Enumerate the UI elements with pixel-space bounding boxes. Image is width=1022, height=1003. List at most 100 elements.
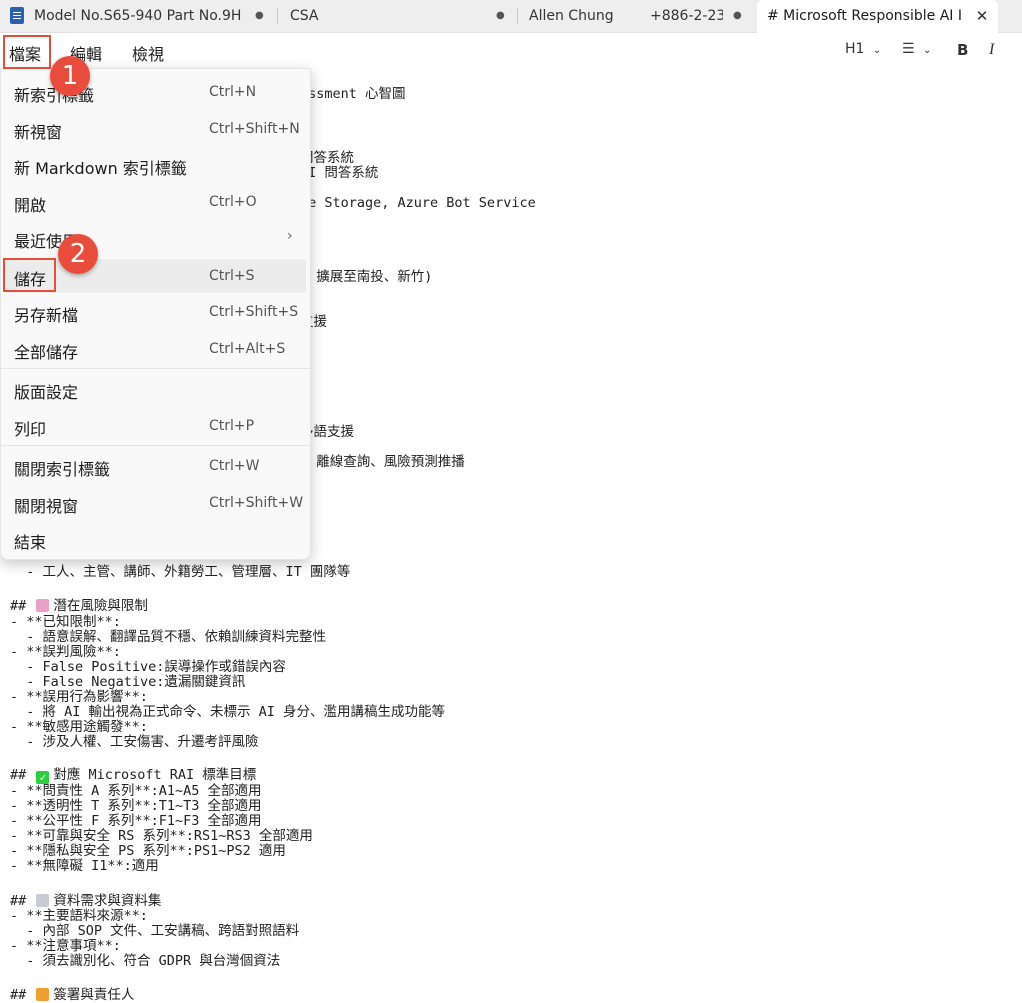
text-line: - False Positive:誤導操作或錯誤內容 bbox=[10, 659, 286, 675]
heading-text: 對應 Microsoft RAI 標準目標 bbox=[53, 767, 257, 783]
menu-item-recent[interactable]: 最近使用 › bbox=[5, 221, 306, 255]
text-line: - 內部 SOP 文件、工安講稿、跨語對照語料 bbox=[10, 923, 300, 939]
heading-text: 資料需求與資料集 bbox=[53, 893, 162, 909]
text-line: - **敏感用途觸發**: bbox=[10, 719, 148, 735]
menu-item-close-window[interactable]: 關閉視窗 Ctrl+Shift+W bbox=[5, 486, 306, 520]
menu-divider bbox=[1, 445, 310, 446]
text-line: - **注意事項**: bbox=[10, 938, 121, 954]
chart-decreasing-icon bbox=[36, 599, 50, 612]
heading-line: ## 簽署與責任人 bbox=[10, 988, 134, 1003]
heading-line: ## 資料需求與資料集 bbox=[10, 894, 161, 909]
chevron-right-icon: › bbox=[287, 228, 293, 244]
menu-item-label: 結束 bbox=[14, 533, 47, 552]
menu-item-label: 新 Markdown 索引標籤 bbox=[14, 159, 187, 178]
heading-label: H1 bbox=[845, 41, 865, 57]
text-line: p 離線查詢、風險預測推播 bbox=[300, 454, 465, 470]
heading-line: ## 潛在風險與限制 bbox=[10, 599, 148, 614]
menu-item-new-window[interactable]: 新視窗 Ctrl+Shift+N bbox=[5, 112, 306, 146]
menu-divider bbox=[1, 368, 310, 369]
heading-dropdown[interactable]: H1 ⌄ bbox=[845, 41, 881, 57]
text-line: - **誤用行為影響**: bbox=[10, 689, 148, 705]
tab-separator bbox=[517, 8, 518, 24]
text-line: - 語意誤解、翻譯品質不穩、依賴訓練資料完整性 bbox=[10, 629, 327, 645]
text-line: - **誤判風險**: bbox=[10, 644, 121, 660]
menu-item-save-all[interactable]: 全部儲存 Ctrl+Alt+S bbox=[5, 332, 306, 366]
text-line: - **問責性 A 系列**:A1~A5 全部適用 bbox=[10, 783, 262, 799]
menu-item-shortcut: Ctrl+S bbox=[209, 268, 255, 284]
text-line: - **主要語料來源**: bbox=[10, 908, 148, 924]
text-line: - **可靠與安全 RS 系列**:RS1~RS3 全部適用 bbox=[10, 828, 313, 844]
menu-item-label: 全部儲存 bbox=[14, 343, 79, 362]
menu-item-print[interactable]: 列印 Ctrl+P bbox=[5, 409, 306, 443]
menu-item-shortcut: Ctrl+Shift+S bbox=[209, 304, 299, 320]
text-line: - 工人、主管、講師、外籍勞工、管理層、IT 團隊等 bbox=[10, 564, 351, 580]
pen-icon bbox=[36, 988, 50, 1001]
unsaved-dot-icon: ● bbox=[496, 10, 505, 21]
memo-icon bbox=[36, 894, 50, 907]
menu-item-label: 另存新檔 bbox=[14, 306, 79, 325]
step-badge-2: 2 bbox=[58, 234, 98, 274]
menu-item-label: 版面設定 bbox=[14, 383, 79, 402]
text-line: - **透明性 T 系列**:T1~T3 全部適用 bbox=[10, 798, 262, 814]
menu-item-label: 列印 bbox=[14, 420, 47, 439]
close-tab-icon[interactable]: ✕ bbox=[970, 4, 994, 28]
menu-item-shortcut: Ctrl+Alt+S bbox=[209, 341, 286, 357]
menu-item-shortcut: Ctrl+O bbox=[209, 194, 257, 210]
tab-microsoft-rai[interactable]: # Microsoft Responsible AI I ✕ bbox=[757, 0, 998, 33]
text-line: - **無障礙 I1**:適用 bbox=[10, 858, 159, 874]
tab-model-no[interactable]: Model No.S65-940 Part No.9H bbox=[34, 0, 244, 32]
text-line: essment 心智圖 bbox=[300, 86, 406, 102]
menu-item-label: 關閉視窗 bbox=[14, 497, 79, 516]
menu-item-shortcut: Ctrl+Shift+N bbox=[209, 121, 300, 137]
text-line: - **公平性 F 系列**:F1~F3 全部適用 bbox=[10, 813, 262, 829]
menu-view[interactable]: 檢視 bbox=[132, 41, 164, 65]
notepad-app-icon bbox=[10, 7, 24, 24]
menu-item-label: 開啟 bbox=[14, 196, 47, 215]
highlight-box-save bbox=[3, 258, 56, 292]
tab-allen-chung[interactable]: Allen Chung bbox=[529, 0, 639, 32]
menu-item-shortcut: Ctrl+N bbox=[209, 84, 257, 100]
bullet-list-icon: ☰ bbox=[902, 41, 915, 57]
menu-item-save-as[interactable]: 另存新檔 Ctrl+Shift+S bbox=[5, 295, 306, 329]
tab-separator bbox=[277, 8, 278, 24]
menu-item-open[interactable]: 開啟 Ctrl+O bbox=[5, 185, 306, 219]
heading-marker: ## bbox=[10, 767, 35, 783]
text-line: - 涉及人權、工安傷害、升遷考評風險 bbox=[10, 734, 259, 750]
heading-text: 簽署與責任人 bbox=[53, 987, 135, 1003]
menu-item-label: 關閉索引標籤 bbox=[14, 460, 111, 479]
heading-marker: ## bbox=[10, 598, 35, 614]
unsaved-dot-icon: ● bbox=[733, 10, 742, 21]
menu-item-close-tab[interactable]: 關閉索引標籤 Ctrl+W bbox=[5, 449, 306, 483]
menu-bar: 檔案 編輯 檢視 H1 ⌄ ☰ ⌄ B I bbox=[0, 33, 1022, 69]
heading-text: 潛在風險與限制 bbox=[53, 598, 148, 614]
text-line: → 擴展至南投、新竹) bbox=[300, 269, 433, 285]
italic-button[interactable]: I bbox=[989, 41, 994, 59]
menu-item-page-setup[interactable]: 版面設定 bbox=[5, 372, 306, 406]
text-line: - 將 AI 輸出視為正式命令、未標示 AI 身分、濫用講稿生成功能等 bbox=[10, 704, 446, 720]
list-dropdown[interactable]: ☰ ⌄ bbox=[902, 41, 931, 57]
text-line: - **隱私與安全 PS 系列**:PS1~PS2 適用 bbox=[10, 843, 286, 859]
file-menu-dropdown: 新索引標籤 Ctrl+N 新視窗 Ctrl+Shift+N 新 Markdown 索… bbox=[0, 68, 311, 560]
text-line: - 須去識別化、符合 GDPR 與台灣個資法 bbox=[10, 953, 281, 969]
text-line: AI 問答系統 bbox=[300, 165, 379, 181]
menu-item-new-markdown-tab[interactable]: 新 Markdown 索引標籤 bbox=[5, 148, 306, 182]
tab-bar: Model No.S65-940 Part No.9H ● CSA ● Alle… bbox=[0, 0, 1022, 33]
menu-item-shortcut: Ctrl+Shift+W bbox=[209, 495, 304, 511]
highlight-box-file-menu bbox=[3, 35, 51, 69]
tab-phone[interactable]: +886-2-237 bbox=[650, 0, 723, 32]
chevron-down-icon: ⌄ bbox=[872, 45, 882, 56]
text-line: re Storage, Azure Bot Service bbox=[300, 195, 536, 211]
menu-item-shortcut: Ctrl+P bbox=[209, 418, 255, 434]
tab-csa[interactable]: CSA bbox=[290, 0, 490, 32]
text-line: - **已知限制**: bbox=[10, 614, 121, 630]
unsaved-dot-icon: ● bbox=[255, 10, 264, 21]
heading-line: ## ✓ 對應 Microsoft RAI 標準目標 bbox=[10, 768, 256, 784]
menu-item-label: 新視窗 bbox=[14, 123, 63, 142]
tab-title: # Microsoft Responsible AI I bbox=[767, 8, 962, 24]
bold-button[interactable]: B bbox=[957, 41, 968, 59]
step-badge-1: 1 bbox=[50, 56, 90, 96]
chevron-down-icon: ⌄ bbox=[923, 45, 932, 56]
heading-marker: ## bbox=[10, 893, 35, 909]
menu-item-exit[interactable]: 結束 bbox=[5, 522, 306, 556]
text-line: - False Negative:遺漏關鍵資訊 bbox=[10, 674, 246, 690]
